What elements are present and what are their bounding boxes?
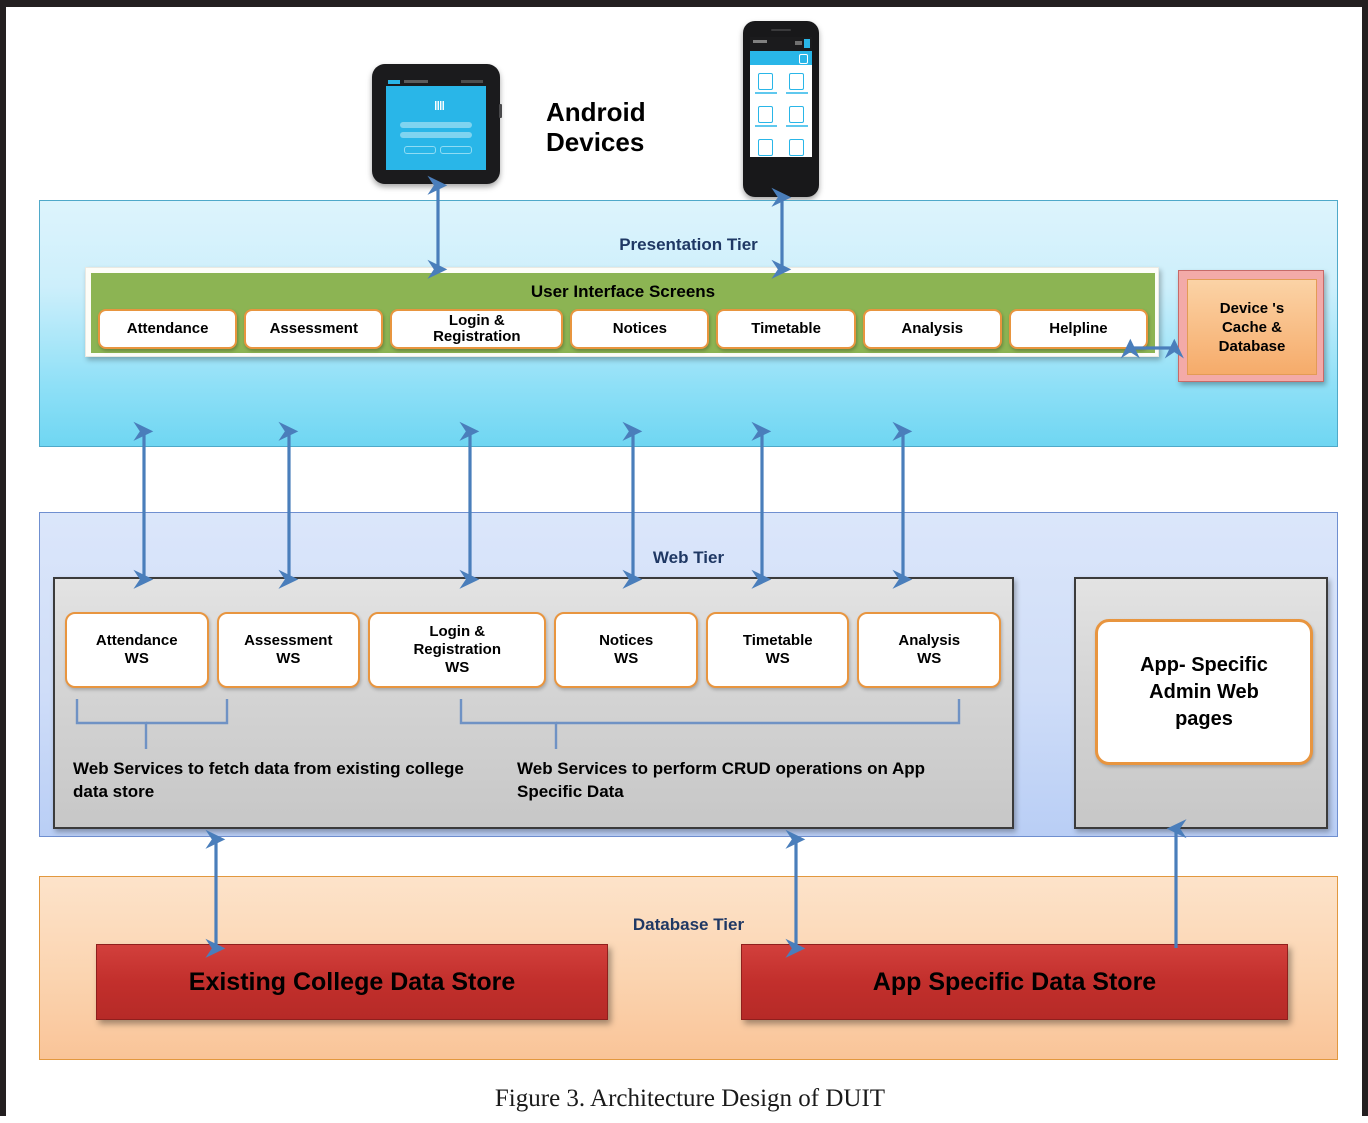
ui-screen-chip-analysis[interactable]: Analysis: [862, 309, 1002, 349]
android-devices-label-line1: Android: [546, 97, 646, 127]
phone-app-tile-label: [754, 92, 777, 94]
ui-screen-chip-label: Attendance: [126, 320, 209, 337]
ui-screen-chip-label: Analysis: [901, 320, 964, 337]
phone-statusbar: [750, 37, 812, 51]
tablet-statusbar: [386, 78, 486, 86]
phone-app-grid: [750, 67, 812, 166]
device-cache-database-label: Device 's Cache & Database: [1187, 279, 1317, 375]
phone-app-tile-label: [785, 125, 808, 127]
phone-signal-icon: [795, 41, 802, 45]
tablet-status-badge: [388, 80, 400, 84]
ui-screen-chip-label: Helpline: [1049, 320, 1108, 337]
user-interface-screens-panel: User Interface Screens Attendance Assessm…: [85, 267, 1159, 357]
web-service-chip-label: Login & Registration WS: [413, 623, 501, 676]
web-services-fetch-caption: Web Services to fetch data from existing…: [73, 759, 464, 801]
device-cache-database-box: Device 's Cache & Database: [1178, 270, 1324, 382]
figure-container: ‖‖ Android Devices Presentation Tier Use…: [0, 0, 1368, 1116]
phone-action-icon: [799, 54, 808, 64]
web-service-chip-list: Attendance WS Assessment WS Login & Registrat…: [65, 612, 1001, 688]
ui-screen-chip-login[interactable]: Login & Registration: [390, 309, 564, 349]
phone-status-text: [753, 40, 767, 43]
ui-screen-chip-assessment[interactable]: Assessment: [244, 309, 384, 349]
web-tier-title: Web Tier: [652, 548, 725, 567]
ui-screen-chip-helpline[interactable]: Helpline: [1008, 309, 1148, 349]
web-service-chip-label: Attendance WS: [95, 632, 178, 667]
tablet-login-button: [404, 146, 436, 154]
phone-app-tile-label: [785, 92, 808, 94]
presentation-tier-title: Presentation Tier: [619, 235, 758, 254]
web-service-chip-label: Assessment WS: [244, 632, 333, 667]
app-specific-admin-web-pages-chip: App- Specific Admin Web pages: [1095, 619, 1313, 765]
phone-action-bar: [750, 51, 812, 65]
document-icon: [789, 106, 804, 123]
android-devices-label: Android Devices: [546, 97, 726, 157]
tablet-status-icons: [461, 80, 483, 83]
document-icon: [758, 139, 773, 156]
phone-app-tile-label: [754, 125, 777, 127]
document-icon: [758, 106, 773, 123]
tablet-status-title: [404, 80, 428, 83]
ui-screen-chip-label: Login & Registration: [433, 312, 521, 345]
web-service-chip-notices[interactable]: Notices WS: [554, 612, 698, 688]
ui-screen-chip-label: Timetable: [751, 320, 821, 337]
web-service-chip-label: Timetable WS: [742, 632, 813, 667]
web-services-crud-caption: Web Services to perform CRUD operations …: [517, 759, 926, 801]
existing-college-data-store: Existing College Data Store: [96, 944, 608, 1020]
phone-app-tile: [750, 100, 781, 133]
ui-screen-chip-timetable[interactable]: Timetable: [716, 309, 856, 349]
ui-screen-chip-label: Assessment: [269, 320, 358, 337]
ui-screen-chip-list: Attendance Assessment Login & Registration N…: [98, 309, 1148, 349]
android-devices-label-line2: Devices: [546, 127, 645, 157]
tablet-app-logo: ‖‖: [434, 99, 445, 113]
phone-app-tile: [781, 67, 812, 100]
web-service-chip-login[interactable]: Login & Registration WS: [368, 612, 547, 688]
tablet-input-field-1: [400, 122, 472, 128]
web-service-chip-attendance[interactable]: Attendance WS: [65, 612, 209, 688]
phone-app-tile: [750, 67, 781, 100]
web-service-chip-label: Notices WS: [599, 632, 654, 667]
presentation-tier: Presentation Tier User Interface Screens…: [39, 200, 1338, 447]
tablet-input-field-2: [400, 132, 472, 138]
tablet-register-button: [440, 146, 472, 154]
phone-home-bar: [750, 157, 812, 167]
web-service-chip-analysis[interactable]: Analysis WS: [857, 612, 1001, 688]
web-service-chip-timetable[interactable]: Timetable WS: [705, 612, 850, 688]
admin-web-pages-panel: App- Specific Admin Web pages: [1074, 577, 1328, 829]
phone-battery-icon: [804, 39, 810, 48]
web-service-chip-label: Analysis WS: [898, 632, 961, 667]
android-tablet-icon: ‖‖: [372, 64, 502, 184]
database-tier-title: Database Tier: [632, 915, 745, 934]
phone-earpiece: [771, 29, 791, 31]
android-phone-icon: [743, 21, 819, 197]
ui-screen-chip-label: Notices: [612, 320, 667, 337]
web-service-chip-assessment[interactable]: Assessment WS: [216, 612, 361, 688]
document-icon: [789, 139, 804, 156]
tablet-side-button: [499, 104, 502, 118]
ui-screen-chip-attendance[interactable]: Attendance: [98, 309, 238, 349]
app-specific-data-store: App Specific Data Store: [741, 944, 1288, 1020]
document-icon: [789, 73, 804, 90]
user-interface-screens-inner: User Interface Screens Attendance Assessm…: [91, 273, 1155, 353]
web-services-panel: Attendance WS Assessment WS Login & Registrat…: [53, 577, 1014, 829]
phone-app-tile: [781, 100, 812, 133]
document-icon: [758, 73, 773, 90]
tablet-screen: ‖‖: [386, 78, 486, 170]
user-interface-screens-title: User Interface Screens: [530, 282, 716, 301]
figure-caption: Figure 3. Architecture Design of DUIT: [494, 1085, 886, 1112]
phone-screen: [750, 37, 812, 167]
ui-screen-chip-notices[interactable]: Notices: [570, 309, 710, 349]
